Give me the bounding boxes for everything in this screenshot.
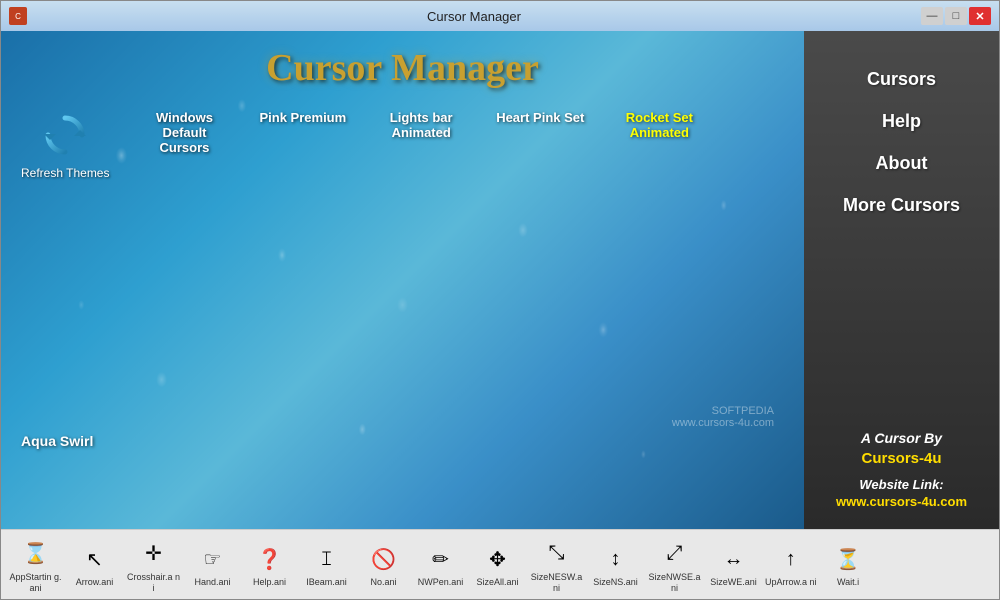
cursor-item[interactable]: ⤢SizeNWSE.a ni — [645, 532, 704, 598]
theme-heart-pink[interactable]: Heart Pink Set — [496, 110, 584, 125]
themes-area: Refresh Themes Windows Default Cursors P… — [1, 100, 804, 190]
cursor-preview-icon: ↕ — [598, 541, 634, 577]
cursor-item[interactable]: ✥SizeAll.ani — [470, 537, 525, 592]
cursor-preview-icon: ✥ — [480, 541, 516, 577]
cursor-filename: SizeAll.ani — [476, 577, 518, 588]
cursor-item[interactable]: ❓Help.ani — [242, 537, 297, 592]
window-controls: — □ ✕ — [921, 7, 991, 25]
theme-label: Heart Pink Set — [496, 110, 584, 125]
theme-label: Rocket Set Animated — [614, 110, 704, 140]
cursor-preview-icon: ↔ — [716, 541, 752, 577]
cursor-filename: Wait.i — [837, 577, 859, 588]
right-panel: Cursors Help About More Cursors A Cursor… — [804, 31, 999, 529]
cursor-item[interactable]: ✛Crosshair.a ni — [124, 532, 183, 598]
main-content: Cursor Manager — [1, 31, 999, 529]
cursor-item[interactable]: 𝙸IBeam.ani — [299, 537, 354, 592]
cursor-preview-icon: ⌛ — [18, 536, 54, 572]
cursor-preview-icon: ↖ — [77, 541, 113, 577]
minimize-button[interactable]: — — [921, 7, 943, 25]
watermark-line2: www.cursors-4u.com — [672, 417, 774, 429]
cursor-filename: IBeam.ani — [306, 577, 347, 588]
cursor-item[interactable]: ⌛AppStartin g.ani — [6, 532, 65, 598]
cursor-filename: UpArrow.a ni — [765, 577, 817, 588]
theme-pink-premium[interactable]: Pink Premium — [259, 110, 346, 125]
cursor-item[interactable]: ⏳Wait.i — [821, 537, 876, 592]
cursor-filename: Arrow.ani — [76, 577, 114, 588]
cursor-item[interactable]: ↖Arrow.ani — [67, 537, 122, 592]
cursor-item[interactable]: ↕SizeNS.ani — [588, 537, 643, 592]
nav-items: Cursors Help About More Cursors — [814, 61, 989, 224]
theme-label: Lights bar Animated — [376, 110, 466, 140]
cursor-preview-icon: 𝙸 — [309, 541, 345, 577]
footer-prefix: A Cursor By — [836, 430, 967, 446]
nav-about[interactable]: About — [814, 145, 989, 182]
refresh-themes-button[interactable]: Refresh Themes — [21, 110, 109, 180]
svg-text:C: C — [15, 12, 21, 21]
aqua-swirl-label: Aqua Swirl — [21, 433, 93, 449]
app-icon: C — [9, 7, 27, 25]
watermark-line1: SOFTPEDIA — [672, 405, 774, 417]
footer-website-label: Website Link: — [836, 477, 967, 492]
cursor-filename: Crosshair.a ni — [126, 572, 181, 594]
cursor-preview-icon: ↑ — [773, 541, 809, 577]
cursor-filename: Help.ani — [253, 577, 286, 588]
aqua-swirl-theme[interactable]: Aqua Swirl — [21, 433, 93, 449]
cursor-filename: SizeNS.ani — [593, 577, 638, 588]
app-title: Cursor Manager — [1, 31, 804, 100]
nav-help[interactable]: Help — [814, 103, 989, 140]
right-footer: A Cursor By Cursors-4u Website Link: www… — [836, 430, 967, 509]
cursor-item[interactable]: ↔SizeWE.ani — [706, 537, 761, 592]
cursor-filename: No.ani — [370, 577, 396, 588]
refresh-label: Refresh Themes — [21, 166, 109, 180]
cursor-filename: SizeNWSE.a ni — [647, 572, 702, 594]
cursor-preview-icon: ✏ — [423, 541, 459, 577]
cursor-preview-icon: ❓ — [252, 541, 288, 577]
maximize-button[interactable]: □ — [945, 7, 967, 25]
cursor-item[interactable]: ↑UpArrow.a ni — [763, 537, 819, 592]
cursor-preview-icon: ⤡ — [539, 536, 575, 572]
cursor-filename: AppStartin g.ani — [8, 572, 63, 594]
cursor-filename: SizeNESW.a ni — [529, 572, 584, 594]
nav-more-cursors[interactable]: More Cursors — [814, 187, 989, 224]
cursor-preview-icon: ☞ — [195, 541, 231, 577]
footer-url[interactable]: www.cursors-4u.com — [836, 494, 967, 509]
cursor-preview-icon: 🚫 — [366, 541, 402, 577]
close-button[interactable]: ✕ — [969, 7, 991, 25]
refresh-icon — [40, 110, 90, 160]
cursor-item[interactable]: ✏NWPen.ani — [413, 537, 468, 592]
cursor-preview-icon: ⤢ — [657, 536, 693, 572]
title-bar: C Cursor Manager — □ ✕ — [1, 1, 999, 31]
theme-label: Pink Premium — [259, 110, 346, 125]
cursor-preview-icon: ⏳ — [830, 541, 866, 577]
app-window: C Cursor Manager — □ ✕ Cursor Manager — [0, 0, 1000, 600]
theme-lights-bar[interactable]: Lights bar Animated — [376, 110, 466, 140]
nav-cursors[interactable]: Cursors — [814, 61, 989, 98]
cursor-filename: Hand.ani — [194, 577, 230, 588]
theme-label: Windows Default Cursors — [139, 110, 229, 155]
cursor-item[interactable]: 🚫No.ani — [356, 537, 411, 592]
theme-rocket-set[interactable]: Rocket Set Animated — [614, 110, 704, 140]
cursor-filename: NWPen.ani — [418, 577, 464, 588]
cursor-item[interactable]: ☞Hand.ani — [185, 537, 240, 592]
theme-windows-default[interactable]: Windows Default Cursors — [139, 110, 229, 155]
bottom-bar: ⌛AppStartin g.ani↖Arrow.ani✛Crosshair.a … — [1, 529, 999, 599]
cursor-item[interactable]: ⤡SizeNESW.a ni — [527, 532, 586, 598]
footer-brand[interactable]: Cursors-4u — [836, 450, 967, 467]
window-title: Cursor Manager — [27, 9, 921, 24]
cursor-preview-icon: ✛ — [136, 536, 172, 572]
watermark: SOFTPEDIA www.cursors-4u.com — [672, 405, 774, 429]
left-panel: Cursor Manager — [1, 31, 804, 529]
cursor-filename: SizeWE.ani — [710, 577, 757, 588]
